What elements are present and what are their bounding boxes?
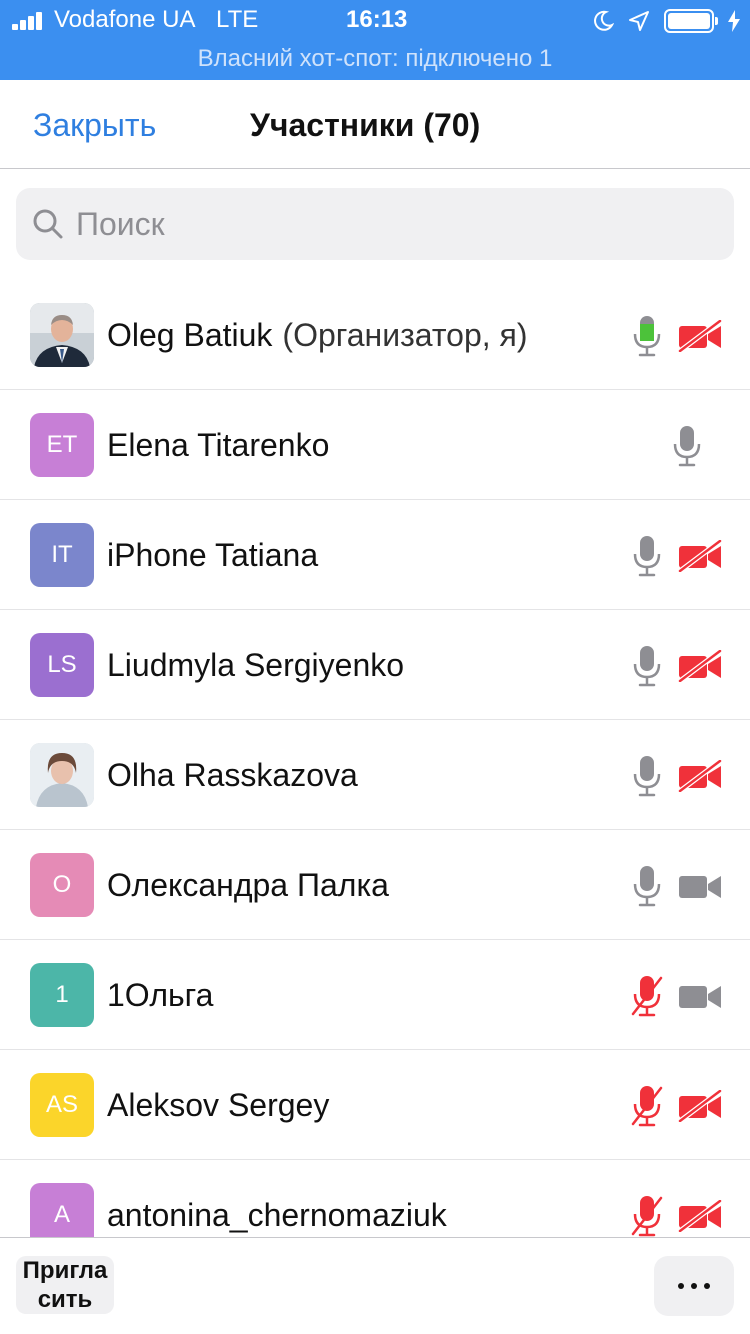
video-camera-icon[interactable] [678, 980, 722, 1012]
participant-row[interactable]: AS Aleksov Sergey [0, 1050, 750, 1160]
avatar-initials-text: A [53, 1201, 70, 1228]
avatar-initials: AS [30, 1073, 94, 1137]
network-type: LTE [216, 6, 259, 33]
carrier-name: Vodafone UA [54, 6, 196, 33]
charging-bolt-icon [728, 10, 740, 32]
video-camera-off-icon[interactable] [678, 759, 722, 793]
microphone-icon[interactable] [630, 644, 664, 688]
close-button[interactable]: Закрыть [33, 106, 156, 144]
microphone-muted-icon[interactable] [630, 1194, 664, 1237]
avatar-initials-text: AS [45, 1091, 78, 1118]
participant-row[interactable]: О Олександра Палка [0, 830, 750, 940]
avatar-initials: LS [30, 633, 94, 697]
battery-icon [664, 9, 718, 33]
avatar-photo [30, 743, 94, 807]
search-bar[interactable] [16, 188, 734, 260]
location-arrow-icon [629, 11, 649, 31]
status-bar: Vodafone UA LTE 16:13 Власний хот-спот: … [0, 0, 750, 80]
participant-row[interactable]: ET Elena Titarenko [0, 390, 750, 500]
participant-name: Олександра Палка [107, 865, 389, 905]
participant-name: Oleg Batiuk (Организатор, я) [107, 315, 528, 355]
participant-name: iPhone Tatiana [107, 535, 318, 575]
moon-icon [594, 10, 614, 31]
participant-role: (Организатор, я) [282, 317, 528, 353]
participant-row[interactable]: LS Liudmyla Sergiyenko [0, 610, 750, 720]
avatar-initials: О [30, 853, 94, 917]
participant-row[interactable]: IT iPhone Tatiana [0, 500, 750, 610]
participant-list[interactable]: Oleg Batiuk (Организатор, я) ET Elena Titar… [0, 280, 750, 1237]
participant-name: antonina_chernomaziuk [107, 1195, 447, 1235]
page-title: Участники (70) [250, 107, 481, 143]
participant-name: Olha Rasskazova [107, 755, 358, 795]
video-camera-off-icon[interactable] [678, 649, 722, 683]
avatar-initials-text: IT [51, 541, 73, 568]
participant-name-text: Oleg Batiuk [107, 317, 273, 353]
avatar-initials: 1 [30, 963, 94, 1027]
avatar-initials: IT [30, 523, 94, 587]
avatar-photo [30, 303, 94, 367]
microphone-muted-icon[interactable] [630, 1084, 664, 1128]
participant-name-text: 1Ольга [107, 977, 214, 1013]
microphone-icon[interactable] [630, 864, 664, 908]
signal-strength-icon [12, 12, 48, 30]
participant-name: Elena Titarenko [107, 425, 329, 465]
search-input[interactable] [76, 202, 716, 246]
participant-name-text: iPhone Tatiana [107, 537, 319, 573]
more-dots-icon [678, 1283, 710, 1289]
avatar-initials-text: ET [46, 431, 78, 458]
participant-name-text: antonina_chernomaziuk [107, 1197, 447, 1233]
video-camera-icon[interactable] [678, 870, 722, 902]
video-camera-off-icon[interactable] [678, 1089, 722, 1123]
nav-bar: Закрыть Участники (70) [0, 80, 750, 169]
participant-name-text: Elena Titarenko [107, 427, 330, 463]
participant-name-text: Aleksov Sergey [107, 1087, 330, 1123]
participant-row[interactable]: 1 1Ольга [0, 940, 750, 1050]
microphone-icon[interactable] [630, 534, 664, 578]
video-camera-off-icon[interactable] [678, 319, 722, 353]
status-time: 16:13 [346, 6, 408, 33]
search-icon [33, 209, 63, 239]
participant-name-text: Олександра Палка [107, 867, 389, 903]
avatar-initials-text: О [52, 871, 72, 898]
participant-name: 1Ольга [107, 975, 213, 1015]
microphone-icon[interactable] [670, 424, 704, 468]
participant-name-text: Liudmyla Sergiyenko [107, 647, 405, 683]
invite-button[interactable]: Пригласить [16, 1256, 114, 1314]
participant-row[interactable]: Olha Rasskazova [0, 720, 750, 830]
participant-name: Aleksov Sergey [107, 1085, 329, 1125]
participant-row[interactable]: Aantonina_chernomaziuk [0, 1160, 750, 1237]
microphone-icon[interactable] [630, 754, 664, 798]
participant-name: Liudmyla Sergiyenko [107, 645, 404, 685]
participant-name-text: Olha Rasskazova [107, 757, 358, 793]
video-camera-off-icon[interactable] [678, 539, 722, 573]
video-camera-off-icon[interactable] [678, 1199, 722, 1233]
avatar-initials: A [30, 1183, 94, 1237]
microphone-icon[interactable] [630, 314, 664, 358]
more-button[interactable] [654, 1256, 734, 1316]
avatar-initials-text: 1 [55, 981, 69, 1008]
avatar-initials-text: LS [47, 651, 77, 678]
microphone-muted-icon[interactable] [630, 974, 664, 1018]
participant-row[interactable]: Oleg Batiuk (Организатор, я) [0, 280, 750, 390]
avatar-initials: ET [30, 413, 94, 477]
hotspot-banner[interactable]: Власний хот-спот: підключено 1 [0, 42, 750, 76]
bottom-bar: Пригласить [0, 1237, 750, 1334]
